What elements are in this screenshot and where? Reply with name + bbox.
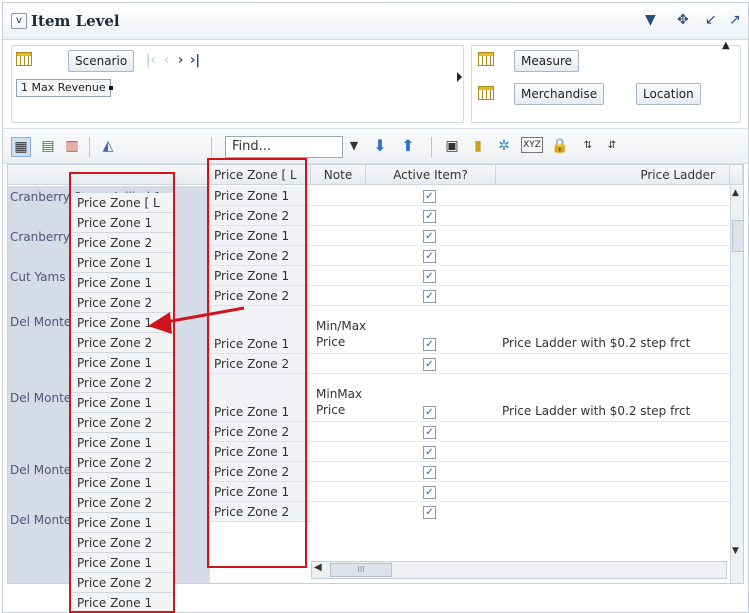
scroll-up-icon[interactable]: ▲ xyxy=(732,188,739,198)
xyz-icon[interactable]: XYZ xyxy=(521,137,543,153)
active-checkbox[interactable]: ✓ xyxy=(423,338,436,351)
row-divider xyxy=(311,421,731,422)
row-divider xyxy=(311,305,731,306)
panel-header: v Item Level ▼ ✥ ↙ ↗ xyxy=(3,3,748,40)
first-icon[interactable]: |‹ xyxy=(146,53,156,68)
column-header-filler xyxy=(730,165,743,185)
location-button[interactable]: Location xyxy=(636,83,701,105)
scroll-up-icon[interactable]: ▲ xyxy=(722,40,730,51)
row-divider xyxy=(311,441,731,442)
previous-icon[interactable]: ‹ xyxy=(164,53,169,68)
lock-icon[interactable]: 🔒 xyxy=(551,137,569,155)
price-ladder-cell[interactable]: Price Ladder with $0.2 step frct xyxy=(502,404,690,418)
minimize-icon[interactable]: ↙ xyxy=(705,12,717,28)
chart-table-icon[interactable]: ▤ xyxy=(39,137,57,155)
sort-descending-icon[interactable]: ⇵ xyxy=(603,137,621,155)
area-chart-icon[interactable]: ◭ xyxy=(99,137,117,155)
find-input[interactable]: Find... xyxy=(225,136,343,158)
active-checkbox[interactable]: ✓ xyxy=(423,358,436,371)
active-checkbox[interactable]: ✓ xyxy=(423,426,436,439)
next-icon[interactable]: › xyxy=(178,53,183,68)
separator xyxy=(211,137,212,157)
merchandise-button[interactable]: Merchandise xyxy=(514,83,605,105)
horizontal-scrollbar[interactable]: ◀ III xyxy=(311,561,727,579)
annotation-box-price-zone-column xyxy=(207,158,307,568)
row-divider xyxy=(311,205,731,206)
pov-right-area: Measure Merchandise Location ▲ xyxy=(471,40,741,123)
active-checkbox[interactable]: ✓ xyxy=(423,270,436,283)
scrollbar-thumb[interactable]: III xyxy=(330,563,392,577)
collapse-icon[interactable]: v xyxy=(11,13,27,29)
scrollbar-thumb[interactable] xyxy=(732,220,743,252)
table-view-icon[interactable]: ▦ xyxy=(11,137,31,157)
row-divider xyxy=(311,245,731,246)
note-cell[interactable]: MinMax xyxy=(316,387,362,401)
panel-title: Item Level xyxy=(31,12,120,30)
last-icon[interactable]: ›| xyxy=(190,53,200,68)
value-marker xyxy=(109,86,113,90)
grid-icon xyxy=(478,52,494,66)
column-header-active-item[interactable]: Active Item? xyxy=(366,165,496,185)
grid-icon xyxy=(16,52,32,66)
row-divider xyxy=(311,265,731,266)
note-cell[interactable]: Min/Max xyxy=(316,319,366,333)
scroll-down-icon[interactable]: ▼ xyxy=(732,546,739,556)
ruler-icon[interactable]: ▮ xyxy=(469,137,487,155)
split-icon[interactable]: ✲ xyxy=(495,137,513,155)
active-checkbox[interactable]: ✓ xyxy=(423,190,436,203)
row-divider xyxy=(311,225,731,226)
dropdown-icon[interactable]: ▼ xyxy=(645,12,656,28)
annotation-arrow xyxy=(148,306,245,334)
row-divider xyxy=(311,501,731,502)
active-checkbox[interactable]: ✓ xyxy=(423,466,436,479)
annotation-box-dragged-column xyxy=(69,172,175,613)
row-divider xyxy=(311,373,731,374)
column-header-note[interactable]: Note xyxy=(311,165,366,185)
arrow-head xyxy=(148,312,172,334)
active-checkbox[interactable]: ✓ xyxy=(423,446,436,459)
scenario-selected-value[interactable]: 1 Max Revenue xyxy=(16,79,111,97)
vertical-scrollbar[interactable]: ▲ ▼ xyxy=(730,186,743,583)
active-checkbox[interactable]: ✓ xyxy=(423,486,436,499)
active-checkbox[interactable]: ✓ xyxy=(423,210,436,223)
move-icon[interactable]: ✥ xyxy=(677,12,689,28)
active-checkbox[interactable]: ✓ xyxy=(423,290,436,303)
pov-left-area: Scenario |‹ ‹ › ›| 1 Max Revenue xyxy=(11,45,464,123)
maximize-icon[interactable]: ↗ xyxy=(729,12,741,28)
find-previous-icon[interactable]: ⬆ xyxy=(399,137,417,155)
note-cell[interactable]: Price xyxy=(316,335,345,349)
bar-chart-icon[interactable]: ▥ xyxy=(63,137,81,155)
find-dropdown-icon[interactable]: ▼ xyxy=(345,137,363,155)
price-ladder-cell[interactable]: Price Ladder with $0.2 step frct xyxy=(502,336,690,350)
row-divider xyxy=(311,481,731,482)
active-checkbox[interactable]: ✓ xyxy=(423,406,436,419)
measure-button[interactable]: Measure xyxy=(514,50,579,72)
scroll-left-icon[interactable]: ◀ xyxy=(314,562,322,573)
sort-ascending-icon[interactable]: ⇅ xyxy=(579,137,597,155)
separator xyxy=(89,137,90,157)
active-checkbox[interactable]: ✓ xyxy=(423,506,436,519)
find-next-icon[interactable]: ⬇ xyxy=(371,137,389,155)
note-cell[interactable]: Price xyxy=(316,403,345,417)
drag-arrow-icon[interactable] xyxy=(457,72,462,82)
row-divider xyxy=(311,353,731,354)
row-divider xyxy=(311,285,731,286)
active-checkbox[interactable]: ✓ xyxy=(423,230,436,243)
row-divider xyxy=(311,461,731,462)
scenario-button[interactable]: Scenario xyxy=(68,50,135,72)
grid-toolbar: ▦ ▤ ▥ ◭ Find... ▼ ⬇ ⬆ ▣ ▮ ✲ XYZ 🔒 ⇅ ⇵ xyxy=(3,128,748,164)
column-header-price-ladder[interactable]: Price Ladder xyxy=(496,165,730,185)
separator xyxy=(431,137,432,157)
select-cells-icon[interactable]: ▣ xyxy=(443,137,461,155)
active-checkbox[interactable]: ✓ xyxy=(423,250,436,263)
arrow-shaft xyxy=(165,306,245,324)
grid-icon xyxy=(478,86,494,100)
